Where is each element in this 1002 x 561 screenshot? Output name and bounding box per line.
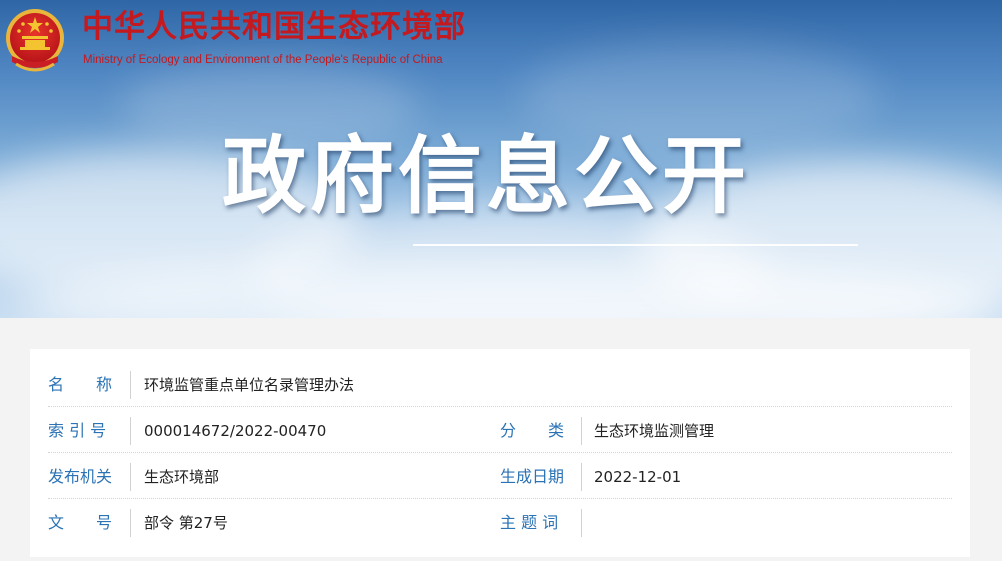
index-number-label: 索 引 号 xyxy=(48,421,107,440)
divider xyxy=(130,463,131,491)
index-number-value: 000014672/2022-00470 xyxy=(144,422,327,440)
date-value: 2022-12-01 xyxy=(594,468,682,486)
national-emblem-icon[interactable] xyxy=(2,4,68,80)
issuer-value: 生态环境部 xyxy=(144,468,220,486)
divider xyxy=(130,371,131,399)
document-number-label: 文 号 xyxy=(48,513,113,532)
divider xyxy=(581,417,582,445)
document-info-card: 名 称 环境监管重点单位名录管理办法 索 引 号 000014672/2022-… xyxy=(30,349,970,557)
divider xyxy=(581,509,582,537)
issuer-label: 发布机关 xyxy=(48,467,113,486)
date-label: 生成日期 xyxy=(500,467,565,486)
site-subtitle: Ministry of Ecology and Environment of t… xyxy=(83,54,443,66)
site-title[interactable]: 中华人民共和国生态环境部 xyxy=(82,12,466,43)
divider xyxy=(130,417,131,445)
document-number-value: 部令 第27号 xyxy=(144,514,228,532)
banner-title: 政府信息公开 xyxy=(222,127,751,225)
keywords-label: 主 题 词 xyxy=(500,513,559,532)
divider xyxy=(130,509,131,537)
info-row-docno: 文 号 部令 第27号 主 题 词 xyxy=(48,499,952,545)
header-banner: 中华人民共和国生态环境部 Ministry of Ecology and Env… xyxy=(0,0,1002,318)
name-value: 环境监管重点单位名录管理办法 xyxy=(144,376,355,394)
banner-divider xyxy=(413,244,858,246)
info-row-name: 名 称 环境监管重点单位名录管理办法 xyxy=(48,361,952,407)
category-value: 生态环境监测管理 xyxy=(594,422,715,440)
info-row-issuer: 发布机关 生态环境部 生成日期 2022-12-01 xyxy=(48,453,952,499)
name-label: 名 称 xyxy=(48,375,113,394)
divider xyxy=(581,463,582,491)
category-label: 分 类 xyxy=(500,421,565,440)
info-row-index: 索 引 号 000014672/2022-00470 分 类 生态环境监测管理 xyxy=(48,407,952,453)
